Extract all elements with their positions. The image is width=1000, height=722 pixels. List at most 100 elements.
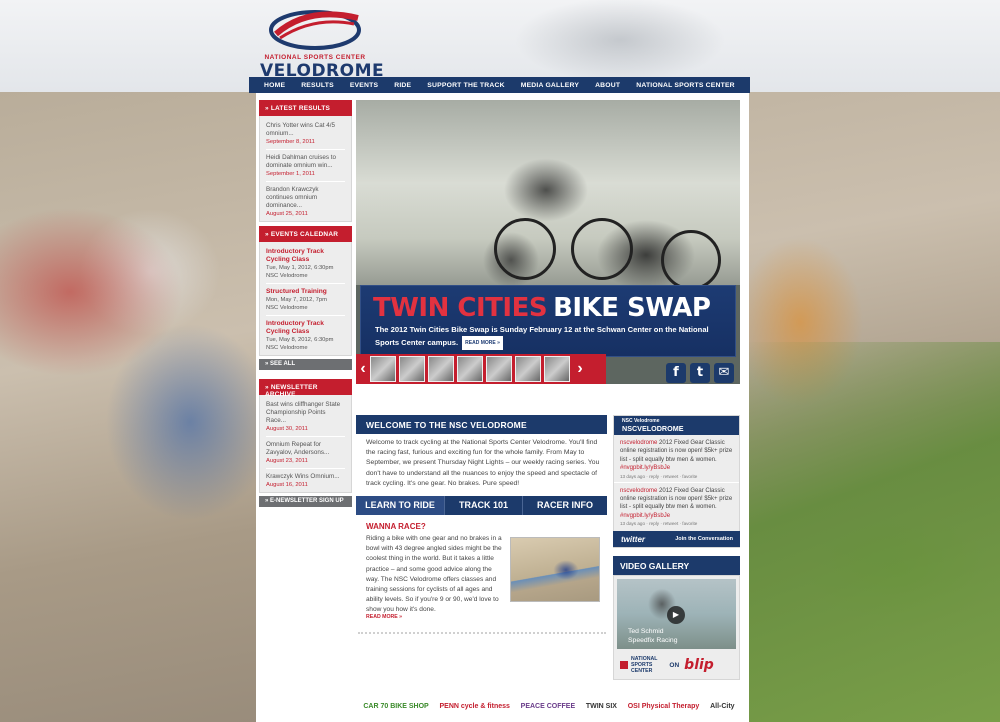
slider-thumbnail[interactable] xyxy=(370,356,396,382)
slider-thumbnail[interactable] xyxy=(457,356,483,382)
sponsor-logos: CAR 70 BIKE SHOP PENN cycle & fitness PE… xyxy=(358,690,740,722)
facebook-icon[interactable]: f xyxy=(666,363,686,383)
logo-swoosh-icon xyxy=(269,10,361,50)
slide-photo[interactable] xyxy=(356,100,740,290)
info-tabs: LEARN TO RIDE TRACK 101 RACER INFO xyxy=(356,496,607,515)
list-item[interactable]: Omnium Repeat for Zavyalov, Andersons...… xyxy=(266,437,345,469)
video-footer: NATIONAL SPORTS CENTER ON blip xyxy=(620,655,735,675)
newsletter-title[interactable]: Omnium Repeat for Zavyalov, Andersons... xyxy=(266,441,345,457)
read-more-button[interactable]: READ MORE » xyxy=(366,614,403,620)
site-logo[interactable]: NATIONAL SPORTS CENTER VELODROME xyxy=(260,8,384,81)
welcome-text: Welcome to track cycling at the National… xyxy=(366,439,600,487)
video-title-line: Ted Schmid xyxy=(628,628,664,635)
slide-title[interactable]: TWIN CITIES BIKE SWAP xyxy=(373,293,711,323)
tab-learn-to-ride[interactable]: LEARN TO RIDE xyxy=(356,496,445,515)
list-item[interactable]: Krawczyk Wins Omnium... August 16, 2011 xyxy=(266,469,345,492)
list-item[interactable]: Introductory Track Cycling Class Tue, Ma… xyxy=(266,316,345,355)
slider-thumbnail[interactable] xyxy=(486,356,512,382)
nav-about[interactable]: ABOUT xyxy=(587,82,628,89)
tab-racer-info[interactable]: RACER INFO xyxy=(523,496,607,515)
tweet-actions[interactable]: 13 days ago · reply · retweet · favorite xyxy=(620,474,733,479)
email-icon[interactable]: ✉ xyxy=(714,363,734,383)
slider-thumbnail[interactable] xyxy=(428,356,454,382)
twitter-header[interactable]: NSC Velodrome NSCVELODROME xyxy=(614,416,739,435)
event-when: Mon, May 7, 2012, 7pm xyxy=(266,297,327,303)
events-heading[interactable]: » EVENTS CALEDNAR xyxy=(259,226,352,242)
sponsor-logo[interactable]: PEACE COFFEE xyxy=(521,703,575,710)
latest-results-heading[interactable]: » LATEST RESULTS xyxy=(259,100,352,116)
newsletter-heading[interactable]: » NEWSLETTER ARCHIVE xyxy=(259,379,352,398)
result-date: September 8, 2011 xyxy=(266,139,315,145)
join-conversation-link[interactable]: Join the Conversation xyxy=(675,536,733,542)
tab-track-101[interactable]: TRACK 101 xyxy=(445,496,523,515)
list-item[interactable]: Introductory Track Cycling Class Tue, Ma… xyxy=(266,244,345,284)
event-when: Tue, May 1, 2012, 6:30pm xyxy=(266,265,334,271)
nav-events[interactable]: EVENTS xyxy=(342,82,386,89)
nav-results[interactable]: RESULTS xyxy=(293,82,342,89)
list-item[interactable]: Heidi Dahlman cruises to dominate omnium… xyxy=(266,150,345,182)
sponsor-logo[interactable]: TWIN SIX xyxy=(586,703,617,710)
wanna-race-photo xyxy=(510,537,600,602)
event-when: Tue, May 8, 2012, 6:30pm xyxy=(266,337,334,343)
play-icon[interactable]: ▶ xyxy=(667,606,685,624)
slide-title-white: BIKE SWAP xyxy=(553,293,711,323)
event-title[interactable]: Structured Training xyxy=(266,288,345,296)
slider-prev-arrow-icon[interactable]: ‹ xyxy=(356,360,370,378)
divider xyxy=(358,632,606,636)
slider-thumbnail[interactable] xyxy=(515,356,541,382)
list-item[interactable]: Structured Training Mon, May 7, 2012, 7p… xyxy=(266,284,345,316)
tweet-handle[interactable]: nscvelodrome xyxy=(620,488,657,494)
nsc-logo-text[interactable]: NATIONAL SPORTS CENTER xyxy=(631,656,657,674)
newsletter-title[interactable]: Krawczyk Wins Omnium... xyxy=(266,473,345,481)
list-item[interactable]: Bast wins cliffhanger State Championship… xyxy=(266,397,345,437)
tweet-link[interactable]: #nvgpbit.ly/yBsbJe xyxy=(620,513,670,519)
result-date: August 25, 2011 xyxy=(266,211,308,217)
tweet-text: nscvelodrome 2012 Fixed Gear Classic onl… xyxy=(620,487,733,521)
list-item[interactable]: Chris Yotter wins Cat 4/5 omnium... Sept… xyxy=(266,118,345,150)
sponsor-logo[interactable]: PENN cycle & fitness xyxy=(439,703,509,710)
tweet-handle[interactable]: nscvelodrome xyxy=(620,440,657,446)
sponsor-logo[interactable]: All-City xyxy=(710,703,735,710)
events-list: Introductory Track Cycling Class Tue, Ma… xyxy=(259,242,352,356)
latest-results-list: Chris Yotter wins Cat 4/5 omnium... Sept… xyxy=(259,116,352,222)
event-where: NSC Velodrome xyxy=(266,305,308,311)
twitter-widget: NSC Velodrome NSCVELODROME nscvelodrome … xyxy=(613,415,740,548)
sponsor-logo[interactable]: OSI Physical Therapy xyxy=(628,703,700,710)
video-title: Ted Schmid Speedfix Racing xyxy=(628,627,678,645)
welcome-heading: WELCOME TO THE NSC VELODROME xyxy=(356,415,607,434)
nav-ride[interactable]: RIDE xyxy=(386,82,419,89)
sponsor-logo[interactable]: CAR 70 BIKE SHOP xyxy=(363,703,428,710)
result-title[interactable]: Heidi Dahlman cruises to dominate omnium… xyxy=(266,154,345,170)
slider-thumbnail[interactable] xyxy=(399,356,425,382)
blip-logo[interactable]: blip xyxy=(684,657,714,673)
twitter-join-bar[interactable]: twitter Join the Conversation xyxy=(613,531,740,547)
list-item[interactable]: Brandon Krawczyk continues omnium domina… xyxy=(266,182,345,221)
slider-thumbnail[interactable] xyxy=(544,356,570,382)
event-title[interactable]: Introductory Track Cycling Class xyxy=(266,320,345,336)
nav-media-gallery[interactable]: MEDIA GALLERY xyxy=(513,82,587,89)
twitter-icon[interactable]: t xyxy=(690,363,710,383)
newsletter-title[interactable]: Bast wins cliffhanger State Championship… xyxy=(266,401,345,425)
twitter-logo-icon: twitter xyxy=(621,534,645,544)
tweet-link[interactable]: #nvgpbit.ly/yBsbJe xyxy=(620,465,670,471)
wanna-race-text: Riding a bike with one gear and no brake… xyxy=(366,535,502,614)
slider-next-arrow-icon[interactable]: › xyxy=(573,360,587,378)
video-gallery: ▶ Ted Schmid Speedfix Racing NATIONAL SP… xyxy=(613,575,740,680)
slide-read-more-button[interactable]: READ MORE » xyxy=(462,336,503,350)
featured-slider: TWIN CITIES BIKE SWAP The 2012 Twin Citie… xyxy=(356,100,740,384)
result-title[interactable]: Brandon Krawczyk continues omnium domina… xyxy=(266,186,345,210)
video-thumbnail[interactable]: ▶ Ted Schmid Speedfix Racing xyxy=(617,579,736,649)
newsletter-signup-button[interactable]: » E-NEWSLETTER SIGN UP xyxy=(259,496,352,507)
nav-home[interactable]: HOME xyxy=(249,82,293,89)
result-title[interactable]: Chris Yotter wins Cat 4/5 omnium... xyxy=(266,122,345,138)
nav-national-sports-center[interactable]: NATIONAL SPORTS CENTER xyxy=(628,82,743,89)
nsc-logo-line: CENTER xyxy=(631,668,653,674)
result-date: September 1, 2011 xyxy=(266,171,315,177)
slide-title-red: TWIN CITIES xyxy=(373,293,548,323)
wanna-race-heading: WANNA RACE? xyxy=(366,522,426,531)
see-all-button[interactable]: » SEE ALL xyxy=(259,359,352,370)
event-title[interactable]: Introductory Track Cycling Class xyxy=(266,248,345,264)
nav-support-the-track[interactable]: SUPPORT THE TRACK xyxy=(419,82,512,89)
tweet-actions[interactable]: 13 days ago · reply · retweet · favorite xyxy=(620,521,733,526)
logo-subtitle: NATIONAL SPORTS CENTER xyxy=(264,54,366,61)
